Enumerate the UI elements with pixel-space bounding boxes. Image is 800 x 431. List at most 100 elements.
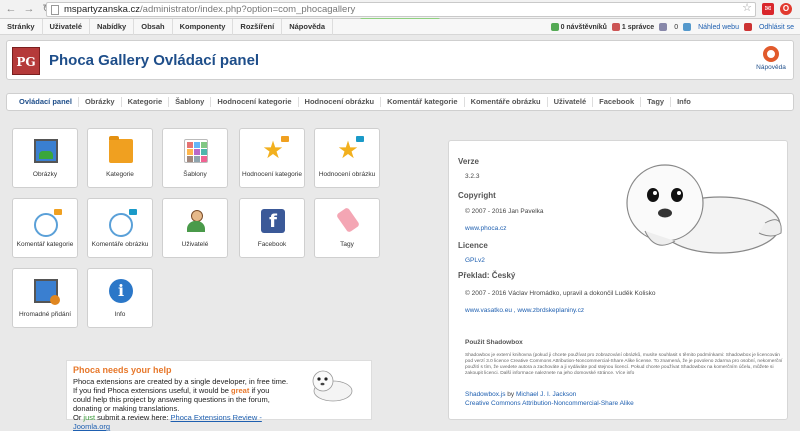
- version-heading: Verze: [458, 157, 479, 166]
- license-heading: Licence: [458, 241, 488, 250]
- admins-icon: [611, 23, 620, 31]
- folder-icon: [109, 136, 133, 163]
- page-header: PG Phoca Gallery Ovládací panel Nápověda: [6, 40, 794, 80]
- tab-tags[interactable]: Tagy: [641, 97, 672, 107]
- translation-heading: Překlad: Český: [458, 271, 516, 280]
- seal-icon: [312, 370, 353, 402]
- tile-images[interactable]: Obrázky: [12, 128, 78, 188]
- cc-license-link[interactable]: Creative Commons Attribution-Noncommerci…: [465, 400, 634, 407]
- tile-templates[interactable]: Šablony: [162, 128, 228, 188]
- star-folder-icon: ★: [261, 136, 289, 163]
- mini-image-icon: [129, 209, 137, 215]
- menu-components[interactable]: Komponenty: [173, 18, 234, 35]
- tile-image-comments[interactable]: Komentáře obrázku: [87, 198, 153, 258]
- version-value: 3.2.3: [465, 173, 480, 180]
- comment-image-icon: [109, 209, 137, 237]
- menu-menus[interactable]: Nabídky: [90, 18, 135, 35]
- tile-category-rating[interactable]: ★ Hodnocení kategorie: [239, 128, 305, 188]
- license-link[interactable]: GPLv2: [465, 257, 485, 264]
- tab-templates[interactable]: Šablony: [169, 97, 212, 107]
- tab-category-rating[interactable]: Hodnocení kategorie: [211, 97, 299, 107]
- translation-links[interactable]: www.vasatko.eu , www.zbrdskeplaniny.cz: [465, 307, 584, 314]
- lifebuoy-icon: [763, 46, 779, 62]
- tile-label: Uživatelé: [181, 241, 209, 248]
- bookmark-star-icon[interactable]: ☆: [742, 1, 752, 14]
- tab-images[interactable]: Obrázky: [79, 97, 122, 107]
- star-image-icon: ★: [336, 136, 364, 163]
- logout-link[interactable]: Odhlásit se: [743, 23, 794, 31]
- tile-facebook[interactable]: f Facebook: [239, 198, 305, 258]
- tile-category-comments[interactable]: Komentář kategorie: [12, 198, 78, 258]
- phoca-site-link[interactable]: www.phoca.cz: [465, 225, 507, 232]
- help-button[interactable]: Nápověda: [755, 46, 787, 71]
- tab-control-panel[interactable]: Ovládací panel: [13, 97, 79, 107]
- promo-title: Phoca needs your help: [73, 365, 172, 375]
- visitors-status[interactable]: 0 návštěvníků: [550, 23, 607, 31]
- menu-sites[interactable]: Stránky: [0, 18, 43, 35]
- preview-icon: [683, 23, 692, 31]
- component-submenu: Ovládací panel Obrázky Kategorie Šablony…: [6, 93, 794, 111]
- tile-multiple-add[interactable]: Hromadné přidání: [12, 268, 78, 328]
- promo-line: Or just submit a review here: Phoca Exte…: [73, 413, 262, 431]
- info-panel: Verze 3.2.3 Copyright © 2007 - 2016 Jan …: [448, 140, 788, 420]
- tile-info[interactable]: i Info: [87, 268, 153, 328]
- shadowbox-link[interactable]: Shadowbox.js: [465, 391, 505, 398]
- tile-label: Info: [114, 311, 126, 318]
- admin-status: 0 návštěvníků 1 správce 0 Náhled webu Od…: [546, 19, 794, 35]
- templates-icon: [184, 139, 208, 163]
- tag-icon: [335, 206, 361, 234]
- facebook-icon: f: [261, 209, 285, 233]
- messages-status[interactable]: 0: [659, 23, 678, 31]
- help-promo-box: Phoca needs your help Phoca extensions a…: [66, 360, 372, 431]
- shadowbox-heading: Použit Shadowbox: [465, 339, 523, 346]
- tab-image-rating[interactable]: Hodnocení obrázku: [299, 97, 382, 107]
- seal-mascot-icon: [626, 164, 782, 254]
- user-icon: [184, 209, 208, 233]
- tile-label: Hromadné přidání: [18, 311, 72, 318]
- menu-help[interactable]: Nápověda: [282, 18, 334, 35]
- tile-categories[interactable]: Kategorie: [87, 128, 153, 188]
- comment-folder-icon: [34, 209, 62, 237]
- extension-icon[interactable]: ✉: [762, 3, 774, 15]
- tab-facebook[interactable]: Facebook: [593, 97, 642, 107]
- phoca-logo: PG: [12, 47, 40, 75]
- tile-users[interactable]: Uživatelé: [162, 198, 228, 258]
- promo-line: donating or making translations.: [73, 404, 180, 413]
- tab-info[interactable]: Info: [671, 97, 697, 107]
- tab-category-comments[interactable]: Komentář kategorie: [381, 97, 465, 107]
- info-icon: i: [109, 279, 133, 303]
- messages-icon: [659, 23, 668, 31]
- copyright-heading: Copyright: [458, 191, 496, 200]
- tab-users[interactable]: Uživatelé: [548, 97, 594, 107]
- preview-link[interactable]: Náhled webu: [683, 23, 739, 31]
- tile-label: Šablony: [183, 171, 207, 178]
- help-label: Nápověda: [756, 64, 786, 71]
- tab-categories[interactable]: Kategorie: [122, 97, 170, 107]
- shadowbox-credit: Shadowbox.js by Michael J. I. Jackson: [465, 391, 577, 398]
- tile-label: Hodnocení kategorie: [242, 171, 302, 178]
- address-bar[interactable]: mspartyzanska.cz/administrator/index.php…: [46, 2, 756, 17]
- menu-users[interactable]: Uživatelé: [43, 18, 91, 35]
- mini-folder-icon: [54, 209, 62, 215]
- tile-label: Komentář kategorie: [16, 241, 74, 248]
- admins-status[interactable]: 1 správce: [611, 23, 654, 31]
- opera-icon[interactable]: O: [780, 3, 792, 15]
- tile-image-rating[interactable]: ★ Hodnocení obrázku: [314, 128, 380, 188]
- visitors-icon: [550, 23, 559, 31]
- tab-image-comments[interactable]: Komentáře obrázku: [465, 97, 548, 107]
- translation-value: © 2007 - 2016 Václav Hromádko, upravil a…: [465, 290, 656, 297]
- menu-content[interactable]: Obsah: [134, 18, 173, 35]
- forward-icon[interactable]: →: [22, 2, 36, 16]
- back-icon[interactable]: ←: [4, 2, 18, 16]
- author-link[interactable]: Michael J. I. Jackson: [516, 391, 576, 398]
- page-title: Phoca Gallery Ovládací panel: [49, 52, 260, 69]
- tile-label: Kategorie: [106, 171, 134, 178]
- tile-label: Facebook: [257, 241, 287, 248]
- promo-line: If you find Phoca extensions useful, it …: [73, 386, 270, 395]
- image-icon: [34, 139, 58, 163]
- tile-tags[interactable]: Tagy: [314, 198, 380, 258]
- mini-folder-icon: [281, 136, 289, 142]
- shadowbox-text: Shadowbox je externí knihovna (pokud ji …: [465, 353, 783, 376]
- tile-label: Tagy: [340, 241, 354, 248]
- menu-extensions[interactable]: Rozšíření: [233, 18, 283, 35]
